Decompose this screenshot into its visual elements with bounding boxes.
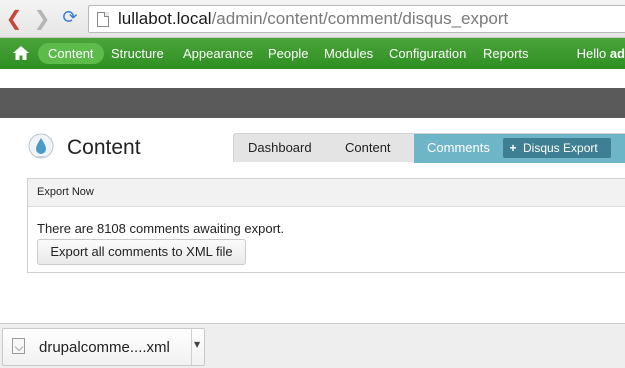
back-arrow-icon[interactable]: ❮ — [3, 7, 25, 29]
home-icon[interactable] — [12, 45, 30, 61]
address-bar[interactable]: lullabot.local/admin/content/comment/dis… — [88, 5, 625, 33]
url-host: lullabot.local — [118, 9, 212, 28]
greeting-text: Hello — [576, 46, 607, 61]
browser-toolbar: ❮ ❯ ⟳ lullabot.local/admin/content/comme… — [0, 0, 625, 38]
toolbar-item-people[interactable]: People — [268, 43, 308, 64]
disqus-export-label: Disqus Export — [523, 141, 598, 155]
user-name: ad — [609, 46, 625, 61]
tab-content[interactable]: Content — [345, 134, 391, 163]
dropdown-arrow-icon[interactable]: ▼ — [194, 340, 200, 349]
url-text[interactable]: lullabot.local/admin/content/comment/dis… — [118, 9, 508, 29]
reload-icon[interactable]: ⟳ — [59, 7, 81, 29]
user-greeting[interactable]: Hello ad — [577, 43, 625, 64]
toolbar-item-reports[interactable]: Reports — [483, 43, 529, 64]
tab-comments-label: Comments — [427, 140, 490, 155]
download-item[interactable]: drupalcomme....xml ▼ — [2, 328, 205, 366]
export-xml-button[interactable]: Export all comments to XML file — [37, 239, 246, 265]
overlay-header-band — [0, 88, 625, 118]
toolbar-item-configuration[interactable]: Configuration — [389, 43, 466, 64]
shortcut-bar — [0, 69, 625, 88]
tab-dashboard[interactable]: Dashboard — [248, 134, 312, 163]
page-title: Content — [67, 136, 141, 159]
content-drop-icon — [28, 133, 54, 159]
export-status-message: There are 8108 comments awaiting export. — [37, 221, 285, 236]
download-shelf: drupalcomme....xml ▼ — [0, 323, 625, 368]
download-divider — [191, 329, 192, 365]
tab-bar: Dashboard Content Comments + Disqus Expor… — [233, 133, 625, 163]
file-icon — [12, 338, 25, 354]
admin-toolbar: Content Structure Appearance People Modu… — [0, 38, 625, 69]
toolbar-item-structure[interactable]: Structure — [111, 43, 164, 64]
disqus-export-button[interactable]: + Disqus Export — [503, 138, 611, 158]
toolbar-item-content[interactable]: Content — [38, 43, 104, 64]
download-filename: drupalcomme....xml — [39, 339, 170, 356]
plus-icon: + — [509, 141, 517, 155]
fieldset-legend: Export Now — [28, 179, 625, 207]
page-icon — [97, 12, 109, 27]
url-path: /admin/content/comment/disqus_export — [211, 9, 509, 28]
forward-arrow-icon[interactable]: ❯ — [31, 7, 53, 29]
toolbar-item-modules[interactable]: Modules — [324, 43, 373, 64]
export-fieldset: Export Now There are 8108 comments await… — [27, 178, 625, 273]
fieldset-title: Export Now — [37, 186, 94, 198]
toolbar-item-appearance[interactable]: Appearance — [183, 43, 253, 64]
